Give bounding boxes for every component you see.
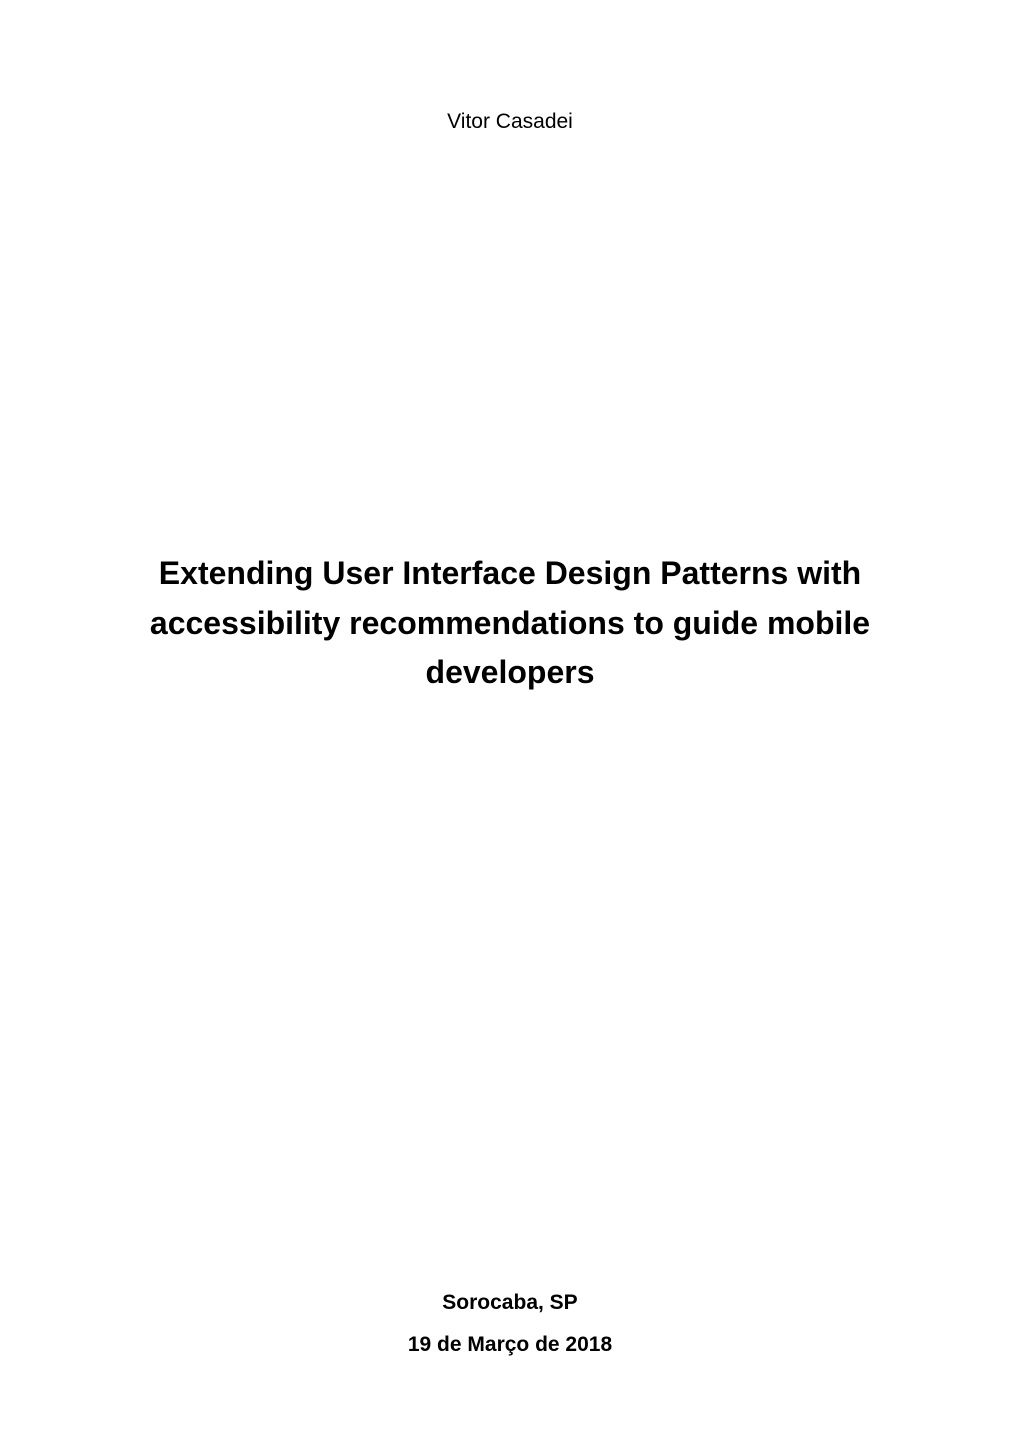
- date: 19 de Março de 2018: [0, 1333, 1020, 1357]
- title-line-3: developers: [105, 648, 915, 698]
- document-title: Extending User Interface Design Patterns…: [95, 549, 925, 698]
- location: Sorocaba, SP: [0, 1291, 1020, 1315]
- author-name: Vitor Casadei: [95, 110, 925, 134]
- title-line-2: accessibility recommendations to guide m…: [105, 599, 915, 649]
- footer: Sorocaba, SP 19 de Março de 2018: [0, 1291, 1020, 1357]
- title-line-1: Extending User Interface Design Patterns…: [105, 549, 915, 599]
